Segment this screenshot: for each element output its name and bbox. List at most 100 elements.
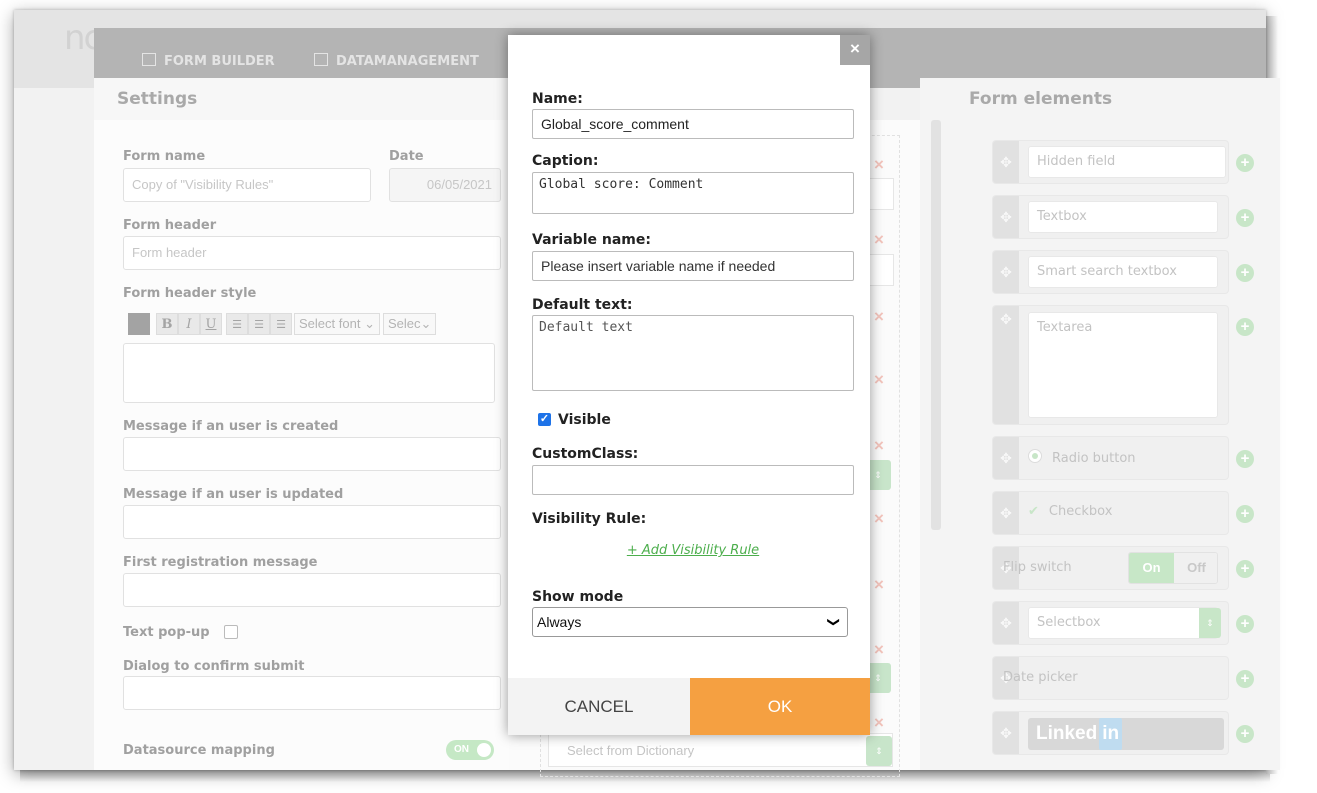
radio-icon: [1028, 449, 1042, 463]
customclass-input[interactable]: [532, 465, 854, 495]
nav-form-builder[interactable]: FORM BUILDER: [142, 53, 275, 69]
form-element-label: Flip switch: [1003, 560, 1072, 575]
add-icon[interactable]: +: [1236, 615, 1254, 633]
flip-switch[interactable]: On Off: [1128, 552, 1218, 584]
form-icon: [142, 53, 156, 66]
delete-icon[interactable]: ×: [874, 640, 884, 660]
show-mode-value: Always: [537, 614, 582, 630]
delete-icon[interactable]: ×: [874, 307, 884, 327]
add-icon[interactable]: +: [1236, 209, 1254, 227]
form-element-smart-search[interactable]: ✥ Smart search textbox: [992, 250, 1229, 294]
move-icon[interactable]: ✥: [993, 602, 1019, 644]
form-element-label: Hidden field: [1028, 146, 1226, 178]
bold-button[interactable]: B: [156, 313, 178, 335]
align-left-icon[interactable]: ☰: [226, 313, 248, 335]
move-icon[interactable]: ✥: [993, 437, 1019, 479]
add-icon[interactable]: +: [1236, 670, 1254, 688]
add-icon[interactable]: +: [1236, 560, 1254, 578]
dictionary-select-arrow[interactable]: ⇕: [866, 736, 892, 766]
nav-form-builder-label: FORM BUILDER: [164, 54, 275, 69]
form-element-textarea[interactable]: ✥ Textarea: [992, 305, 1229, 425]
add-icon[interactable]: +: [1236, 450, 1254, 468]
msg-updated-input[interactable]: [123, 505, 501, 539]
add-visibility-rule-link[interactable]: + Add Visibility Rule: [532, 543, 854, 558]
flip-switch-off[interactable]: Off: [1174, 553, 1217, 583]
underline-button[interactable]: U: [200, 313, 222, 335]
msg-created-input[interactable]: [123, 437, 501, 471]
delete-icon[interactable]: ×: [874, 230, 884, 250]
default-text-textarea[interactable]: Default text: [532, 315, 854, 391]
database-icon: [314, 53, 328, 66]
caption-textarea[interactable]: Global score: Comment: [532, 172, 854, 214]
caption-label: Caption:: [532, 153, 599, 169]
name-input[interactable]: Global_score_comment: [532, 109, 854, 139]
form-element-selectbox[interactable]: ✥ Selectbox ⇕: [992, 601, 1229, 645]
text-popup-label: Text pop-up: [123, 625, 210, 640]
delete-icon[interactable]: ×: [874, 713, 884, 733]
date-input[interactable]: 06/05/2021: [389, 168, 501, 202]
italic-button[interactable]: I: [178, 313, 200, 335]
form-element-label: Smart search textbox: [1028, 256, 1218, 288]
form-element-date-picker[interactable]: ✥ Date picker: [992, 656, 1229, 700]
datasource-toggle[interactable]: ON: [446, 740, 494, 760]
font-select[interactable]: Select font ⌄: [294, 313, 380, 335]
first-registration-input[interactable]: [123, 573, 501, 607]
move-icon[interactable]: ✥: [993, 251, 1019, 293]
ok-button[interactable]: OK: [690, 678, 870, 735]
date-label: Date: [389, 149, 424, 164]
align-right-icon[interactable]: ☰: [270, 313, 292, 335]
show-mode-label: Show mode: [532, 589, 624, 605]
move-icon[interactable]: ✥: [993, 492, 1019, 534]
delete-icon[interactable]: ×: [874, 436, 884, 456]
size-select[interactable]: Selec⌄: [382, 313, 437, 335]
show-mode-select[interactable]: Always ❯: [532, 607, 848, 637]
add-icon[interactable]: +: [1236, 725, 1254, 743]
visible-checkbox[interactable]: ✓: [538, 413, 551, 426]
text-color-swatch[interactable]: [128, 313, 150, 335]
form-element-radio[interactable]: ✥ Radio button: [992, 436, 1229, 480]
move-icon[interactable]: ✥: [993, 712, 1019, 754]
add-icon[interactable]: +: [1236, 505, 1254, 523]
form-header-input[interactable]: Form header: [123, 236, 501, 270]
form-element-label: Checkbox: [1048, 504, 1113, 519]
dictionary-select[interactable]: Select from Dictionary: [548, 733, 893, 767]
canvas-scrollbar[interactable]: [931, 120, 941, 530]
checkbox-element: ✔ Checkbox: [1028, 504, 1112, 519]
form-element-label: Radio button: [1052, 451, 1136, 466]
rich-text-toolbar: B I U ☰ ☰ ☰ Select font ⌄ Selec⌄: [128, 313, 437, 337]
visible-label: Visible: [558, 412, 611, 428]
add-icon[interactable]: +: [1236, 154, 1254, 172]
form-element-label: Selectbox: [1028, 607, 1218, 639]
form-element-hidden-field[interactable]: ✥ Hidden field: [992, 140, 1229, 184]
nav-datamanagement[interactable]: DATAMANAGEMENT: [314, 53, 479, 69]
close-icon[interactable]: ×: [840, 35, 870, 65]
form-header-style-label: Form header style: [123, 286, 257, 301]
delete-icon[interactable]: ×: [874, 370, 884, 390]
add-icon[interactable]: +: [1236, 318, 1254, 336]
first-registration-label: First registration message: [123, 555, 318, 570]
chevron-down-icon: ⌄: [364, 316, 375, 331]
form-element-textbox[interactable]: ✥ Textbox: [992, 195, 1229, 239]
delete-icon[interactable]: ×: [874, 155, 884, 175]
check-icon: ✔: [1028, 504, 1039, 519]
form-element-checkbox[interactable]: ✥ ✔ Checkbox: [992, 491, 1229, 535]
msg-created-label: Message if an user is created: [123, 419, 339, 434]
delete-icon[interactable]: ×: [874, 575, 884, 595]
move-icon[interactable]: ✥: [993, 196, 1019, 238]
form-name-input[interactable]: Copy of "Visibility Rules": [123, 168, 371, 202]
cancel-button[interactable]: CANCEL: [508, 678, 690, 735]
variable-name-input[interactable]: Please insert variable name if needed: [532, 251, 854, 281]
align-center-icon[interactable]: ☰: [248, 313, 270, 335]
add-icon[interactable]: +: [1236, 264, 1254, 282]
move-icon[interactable]: ✥: [993, 141, 1019, 183]
variable-name-label: Variable name:: [532, 232, 651, 248]
confirm-submit-input[interactable]: [123, 676, 501, 710]
delete-icon[interactable]: ×: [874, 509, 884, 529]
text-popup-checkbox[interactable]: [224, 625, 238, 639]
name-label: Name:: [532, 91, 583, 107]
move-icon[interactable]: ✥: [993, 306, 1019, 424]
form-header-style-editor[interactable]: [123, 343, 495, 403]
element-properties-dialog: × Name: Global_score_comment Caption: Gl…: [508, 35, 870, 735]
chevron-down-icon: ⌄: [420, 316, 432, 331]
flip-switch-on[interactable]: On: [1129, 553, 1174, 583]
